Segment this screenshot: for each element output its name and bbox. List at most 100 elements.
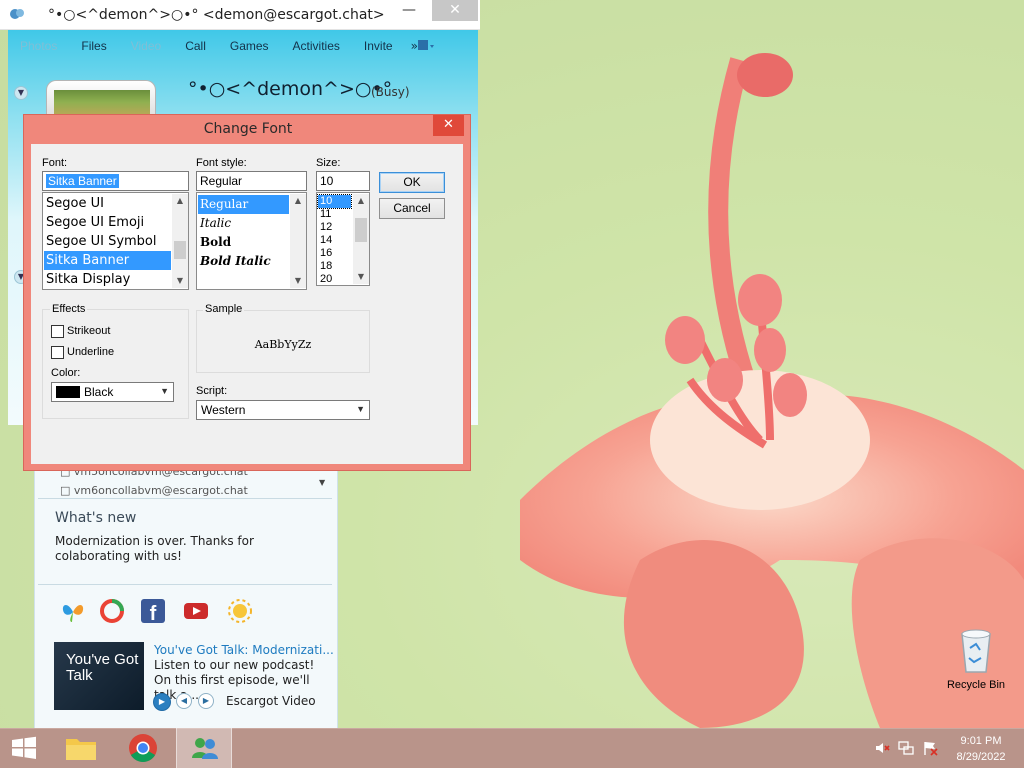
action-center-flag-icon[interactable]	[922, 740, 938, 756]
previous-icon[interactable]: ◀	[176, 693, 192, 709]
messenger-buddies-icon	[192, 738, 218, 759]
style-list-scrollbar[interactable]: ▲ ▼	[290, 194, 306, 288]
size-list-item[interactable]: 20	[318, 273, 351, 285]
font-label: Font:	[42, 157, 68, 169]
contact-list-scroll-down-icon[interactable]: ▼	[319, 478, 325, 487]
whats-new-text: Modernization is over. Thanks for colabo…	[55, 534, 254, 563]
size-list-item-selected[interactable]: 10	[317, 194, 352, 209]
font-list-item[interactable]: Segoe UI Symbol	[44, 232, 171, 251]
color-label: Color:	[51, 367, 81, 379]
tab-photos[interactable]: Photos	[8, 39, 69, 53]
taskbar-messenger[interactable]	[176, 728, 232, 768]
underline-label[interactable]: Underline	[67, 346, 114, 358]
tab-call[interactable]: Call	[173, 39, 218, 53]
taskbar-clock[interactable]: 9:01 PM 8/29/2022	[948, 733, 1014, 765]
minimize-button[interactable]: —	[386, 0, 432, 21]
facebook-icon[interactable]: f	[140, 598, 166, 624]
dialog-title: Change Font	[203, 121, 293, 137]
youtube-icon[interactable]	[183, 598, 209, 624]
whats-new-heading: What's new	[55, 510, 137, 526]
font-style-list[interactable]: Regular Italic Bold Bold Italic ▲ ▼	[196, 192, 307, 290]
font-list[interactable]: Segoe UI Segoe UI Emoji Segoe UI Symbol …	[42, 192, 189, 290]
volume-muted-icon[interactable]	[874, 740, 890, 756]
style-list-item-selected[interactable]: Regular	[198, 195, 289, 214]
scroll-down-icon[interactable]: ▼	[172, 274, 188, 288]
tab-activities[interactable]: Activities	[281, 39, 352, 53]
dialog-close-button[interactable]: ✕	[433, 115, 464, 136]
expand-toggle-icon[interactable]: ▼	[14, 86, 28, 100]
chevron-down-icon: ▼	[160, 386, 169, 396]
scroll-thumb[interactable]	[355, 218, 367, 242]
ok-button[interactable]: OK	[379, 172, 445, 193]
sample-label: Sample	[203, 303, 245, 315]
size-list-item[interactable]: 11	[318, 208, 351, 221]
tab-invite[interactable]: Invite	[352, 39, 405, 53]
font-style-input[interactable]: Regular	[196, 171, 307, 191]
weather-sun-icon[interactable]	[227, 598, 253, 624]
tab-files[interactable]: Files	[69, 39, 118, 53]
font-list-scrollbar[interactable]: ▲ ▼	[172, 194, 188, 288]
contact-item[interactable]: □ vm6oncollabvm@escargot.chat	[60, 484, 248, 497]
script-select[interactable]: Western ▼	[196, 400, 370, 420]
sample-groupbox: AaBbYyZz	[196, 310, 370, 373]
cancel-button[interactable]: Cancel	[379, 198, 445, 219]
ccleaner-icon[interactable]	[99, 598, 125, 624]
color-select[interactable]: Black ▼	[51, 382, 174, 402]
taskbar-file-explorer[interactable]	[58, 728, 104, 768]
underline-checkbox[interactable]	[51, 346, 64, 359]
recycle-bin-shortcut[interactable]: Recycle Bin	[941, 628, 1011, 691]
start-button[interactable]	[0, 728, 48, 768]
taskbar-chrome[interactable]	[120, 728, 166, 768]
clock-time: 9:01 PM	[960, 735, 1002, 747]
scroll-down-icon[interactable]: ▼	[353, 270, 369, 284]
network-icon[interactable]	[898, 740, 914, 756]
style-list-item[interactable]: Italic	[198, 214, 289, 233]
color-swatch	[56, 386, 80, 398]
messenger-titlebar[interactable]: °•○<^demon^>○•° <demon@escargot.chat> — …	[0, 0, 480, 30]
promo-title-link[interactable]: You've Got Talk: Modernizati...	[154, 643, 334, 657]
scroll-thumb[interactable]	[174, 241, 186, 259]
scroll-up-icon[interactable]: ▲	[290, 194, 306, 208]
status-label[interactable]: (Busy)	[371, 85, 410, 99]
style-list-item[interactable]: Bold Italic	[198, 252, 289, 271]
script-label: Script:	[196, 385, 228, 397]
tab-video[interactable]: Video	[119, 39, 173, 53]
divider	[38, 584, 332, 585]
strikeout-checkbox[interactable]	[51, 325, 64, 338]
close-button[interactable]: ✕	[432, 0, 478, 21]
clock-date: 8/29/2022	[956, 751, 1006, 763]
strikeout-label[interactable]: Strikeout	[67, 325, 110, 337]
messenger-toolbar: Photos Files Video Call Games Activities…	[8, 31, 478, 61]
scroll-up-icon[interactable]: ▲	[172, 194, 188, 208]
font-size-input[interactable]: 10	[316, 171, 370, 191]
font-list-item-selected[interactable]: Sitka Banner	[44, 251, 171, 270]
font-name-value: Sitka Banner	[46, 174, 119, 188]
font-list-item[interactable]: Segoe UI	[44, 194, 171, 213]
font-list-item[interactable]: Segoe UI Emoji	[44, 213, 171, 232]
size-list-item[interactable]: 12	[318, 221, 351, 234]
style-list-item[interactable]: Bold	[198, 233, 289, 252]
next-icon[interactable]: ▶	[198, 693, 214, 709]
size-list-item[interactable]: 16	[318, 247, 351, 260]
size-list-scrollbar[interactable]: ▲ ▼	[353, 194, 369, 284]
messenger-window-title: °•○<^demon^>○•° <demon@escargot.chat>	[48, 7, 385, 23]
play-icon[interactable]: ▶	[153, 693, 171, 711]
promo-thumbnail-text: You've Got Talk	[66, 651, 139, 684]
butterfly-icon[interactable]	[60, 598, 86, 624]
effects-label: Effects	[50, 303, 88, 315]
scroll-up-icon[interactable]: ▲	[353, 194, 369, 208]
display-name[interactable]: °•○<^demon^>○•°	[188, 78, 392, 100]
folder-icon	[66, 739, 96, 760]
windows-logo-icon	[12, 736, 36, 759]
size-list-item[interactable]: 14	[318, 234, 351, 247]
font-size-list[interactable]: 10 11 12 14 16 18 20 ▲ ▼	[316, 192, 370, 286]
chevron-down-icon: ▼	[356, 404, 365, 414]
size-list-item[interactable]: 18	[318, 260, 351, 273]
scroll-down-icon[interactable]: ▼	[290, 274, 306, 288]
font-list-item[interactable]: Sitka Display	[44, 270, 171, 289]
font-name-input[interactable]: Sitka Banner	[42, 171, 189, 191]
promo-thumbnail[interactable]: You've Got Talk	[54, 642, 144, 710]
tab-games[interactable]: Games	[218, 39, 281, 53]
recycle-bin-label: Recycle Bin	[946, 679, 1006, 691]
options-menu-icon[interactable]	[418, 39, 434, 53]
